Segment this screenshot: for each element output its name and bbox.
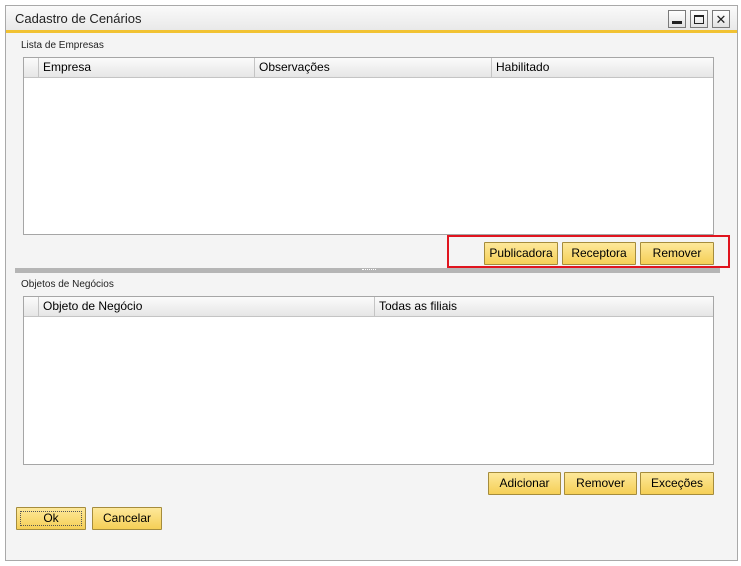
column-header-habilitado[interactable]: Habilitado [492,58,713,77]
remover-empresa-button[interactable]: Remover [640,242,714,265]
row-selector-header[interactable] [24,58,39,77]
objetos-grid-header: Objeto de Negócio Todas as filiais [24,297,713,317]
receptora-button-label: Receptora [571,246,627,260]
empresas-grid-header: Empresa Observações Habilitado [24,58,713,78]
publicadora-button-label: Publicadora [489,246,553,260]
empresas-section-label: Lista de Empresas [21,40,104,51]
remover-empresa-button-label: Remover [652,246,702,260]
receptora-button[interactable]: Receptora [562,242,636,265]
pane-splitter[interactable] [15,268,720,273]
column-header-objeto-negocio[interactable]: Objeto de Negócio [39,297,375,316]
splitter-grip-icon [362,269,376,271]
excecoes-button[interactable]: Exceções [640,472,714,495]
row-selector-header[interactable] [24,297,39,316]
maximize-icon[interactable] [690,10,708,28]
objetos-section-label: Objetos de Negócios [21,279,114,290]
close-icon[interactable]: ✕ [712,10,730,28]
column-header-empresa[interactable]: Empresa [39,58,255,77]
objetos-grid[interactable]: Objeto de Negócio Todas as filiais [23,296,714,465]
adicionar-button[interactable]: Adicionar [488,472,561,495]
remover-objeto-button-label: Remover [576,476,625,490]
cancelar-button-label: Cancelar [102,511,152,525]
column-header-observacoes[interactable]: Observações [255,58,492,77]
publicadora-button[interactable]: Publicadora [484,242,558,265]
empresas-grid[interactable]: Empresa Observações Habilitado [23,57,714,235]
remover-objeto-button[interactable]: Remover [564,472,637,495]
title-bar[interactable]: Cadastro de Cenários ✕ [6,6,737,33]
column-header-todas-filiais[interactable]: Todas as filiais [375,297,713,316]
window-title: Cadastro de Cenários [15,11,142,26]
adicionar-button-label: Adicionar [499,476,550,490]
excecoes-button-label: Exceções [650,476,704,490]
minimize-icon[interactable] [668,10,686,28]
cancelar-button[interactable]: Cancelar [92,507,162,530]
ok-button[interactable]: Ok [16,507,86,530]
ok-button-label: Ok [43,511,59,525]
